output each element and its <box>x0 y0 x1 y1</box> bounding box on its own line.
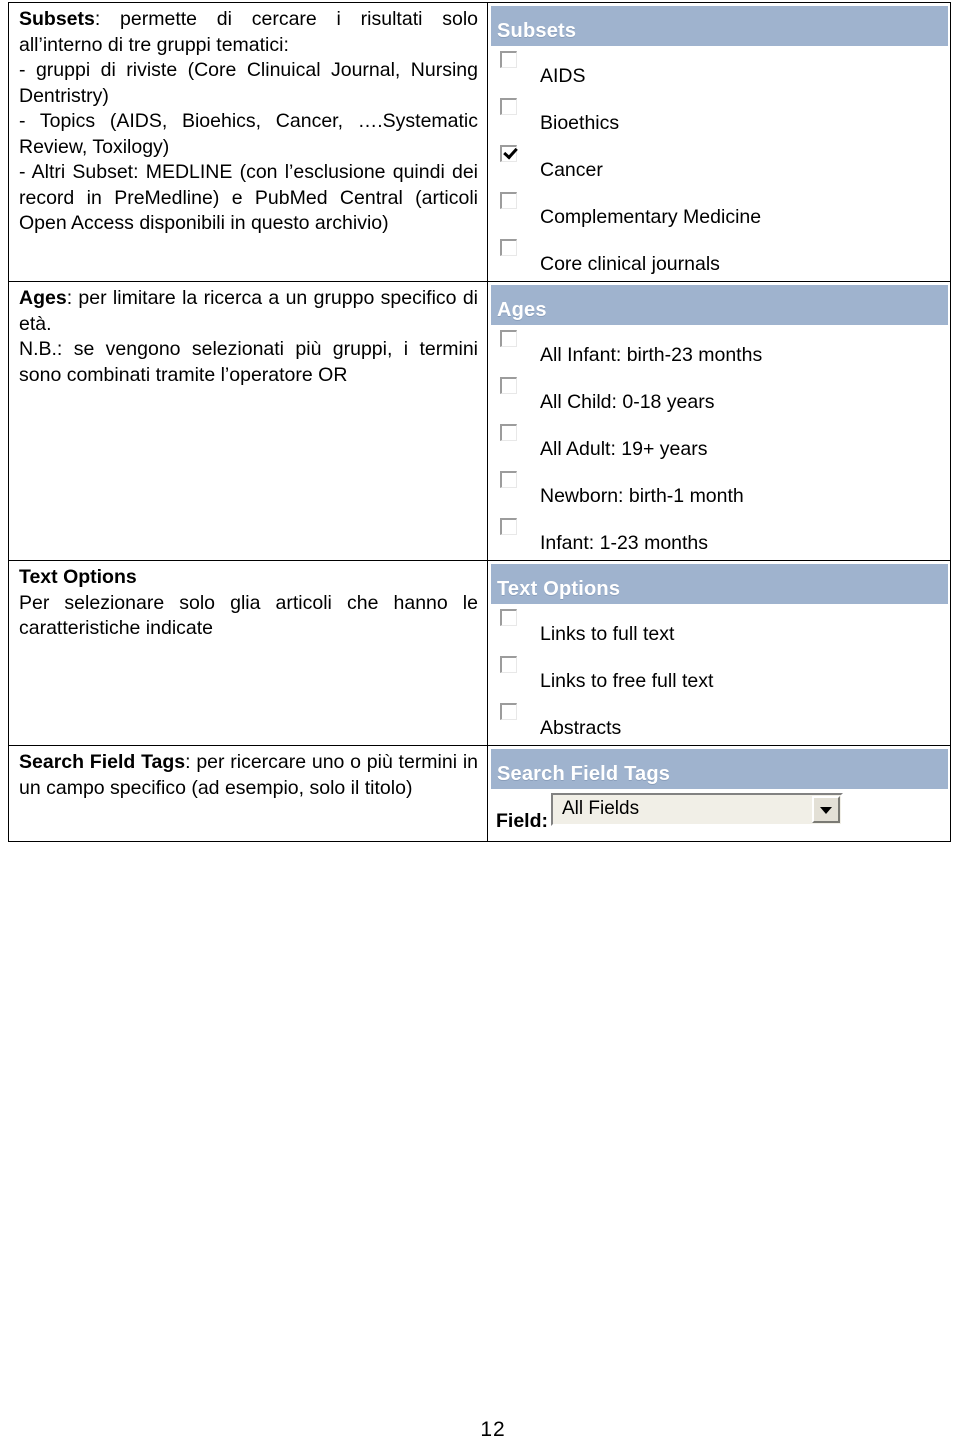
list-item[interactable]: All Child: 0-18 years <box>488 372 950 419</box>
explanation-paragraph: - gruppi di riviste (Core Clinuical Jour… <box>19 59 478 107</box>
explanation-text-search-field-tags: Search Field Tags: per ricercare uno o p… <box>9 746 487 805</box>
checkbox-all-infant[interactable] <box>500 330 517 347</box>
list-item[interactable]: Core clinical journals <box>488 234 950 281</box>
checkbox-label: AIDS <box>540 65 586 87</box>
explanation-term: Text Options <box>19 566 137 588</box>
explanation-cell-ages: Ages: per limitare la ricerca a un grupp… <box>8 281 488 561</box>
checkbox-list-subsets: AIDS Bioethics Cancer Complementary Medi… <box>488 46 950 281</box>
panel-header-label: Subsets <box>497 20 577 42</box>
limits-panel-ages: Ages All Infant: birth-23 months All Chi… <box>487 281 951 561</box>
explanation-paragraph: Ages: per limitare la ricerca a un grupp… <box>19 286 478 337</box>
panel-header-search-field-tags: Search Field Tags <box>491 749 948 789</box>
table-row: Subsets: permette di cercare i risultati… <box>8 2 951 282</box>
explanation-body: : per limitare la ricerca a un gruppo sp… <box>19 287 478 335</box>
panel-header-text-options: Text Options <box>491 564 948 604</box>
list-item[interactable]: Links to full text <box>488 604 950 651</box>
checkbox-bioethics[interactable] <box>500 98 517 115</box>
checkbox-core-clinical-journals[interactable] <box>500 239 517 256</box>
explanation-paragraph: Search Field Tags: per ricercare uno o p… <box>19 750 478 801</box>
explanation-cell-search-field-tags: Search Field Tags: per ricercare uno o p… <box>8 745 488 842</box>
panel-header-ages: Ages <box>491 285 948 325</box>
table-row: Search Field Tags: per ricercare uno o p… <box>8 745 951 842</box>
checkbox-label: Core clinical journals <box>540 253 720 275</box>
list-item[interactable]: Complementary Medicine <box>488 187 950 234</box>
panel-header-label: Search Field Tags <box>497 763 671 785</box>
list-item[interactable]: Bioethics <box>488 93 950 140</box>
list-item[interactable]: All Infant: birth-23 months <box>488 325 950 372</box>
checkbox-label: All Adult: 19+ years <box>540 438 708 460</box>
checkbox-all-child[interactable] <box>500 377 517 394</box>
panel-header-label: Ages <box>497 299 547 321</box>
list-item[interactable]: Newborn: birth-1 month <box>488 466 950 513</box>
checkbox-links-to-full-text[interactable] <box>500 609 517 626</box>
panel-header-label: Text Options <box>497 578 621 600</box>
checkbox-label: Links to free full text <box>540 670 714 692</box>
explanation-text-text-options: Text Options Per selezionare solo glia a… <box>9 561 487 646</box>
explanation-term: Subsets <box>19 8 95 30</box>
list-item[interactable]: Cancer <box>488 140 950 187</box>
checkbox-newborn[interactable] <box>500 471 517 488</box>
explanation-paragraph: N.B.: se vengono selezionati più gruppi,… <box>19 338 478 386</box>
explanation-text-ages: Ages: per limitare la ricerca a un grupp… <box>9 282 487 392</box>
checkbox-abstracts[interactable] <box>500 703 517 720</box>
checkbox-label: Abstracts <box>540 717 622 739</box>
checkbox-label: Infant: 1-23 months <box>540 532 709 554</box>
page-number: 12 <box>0 1418 960 1442</box>
field-selector-row: Field: All Fields <box>488 789 950 841</box>
checkbox-label: Bioethics <box>540 112 620 134</box>
explanation-paragraph: Subsets: permette di cercare i risultati… <box>19 7 478 58</box>
list-item[interactable]: All Adult: 19+ years <box>488 419 950 466</box>
explanation-paragraph: - Topics (AIDS, Bioehics, Cancer, ….Syst… <box>19 110 478 158</box>
page-number-value: 12 <box>480 1418 506 1441</box>
checkbox-label: All Child: 0-18 years <box>540 391 715 413</box>
chevron-down-icon[interactable] <box>812 796 840 823</box>
checkbox-label: Cancer <box>540 159 603 181</box>
panel-header-subsets: Subsets <box>491 6 948 46</box>
list-item[interactable]: Links to free full text <box>488 651 950 698</box>
table-row: Text Options Per selezionare solo glia a… <box>8 560 951 746</box>
field-select-value: All Fields <box>562 798 640 819</box>
checkbox-list-text-options: Links to full text Links to free full te… <box>488 604 950 745</box>
limits-panel-subsets: Subsets AIDS Bioethics Cancer Complement… <box>487 2 951 282</box>
list-item[interactable]: AIDS <box>488 46 950 93</box>
list-item[interactable]: Infant: 1-23 months <box>488 513 950 560</box>
checkbox-links-to-free-full-text[interactable] <box>500 656 517 673</box>
table-body: Subsets: permette di cercare i risultati… <box>8 2 951 842</box>
field-select[interactable]: All Fields <box>551 793 843 826</box>
checkbox-label: Links to full text <box>540 623 675 645</box>
checkbox-infant[interactable] <box>500 518 517 535</box>
limits-help-table: Subsets: permette di cercare i risultati… <box>8 2 951 842</box>
limits-panel-text-options: Text Options Links to full text Links to… <box>487 560 951 746</box>
explanation-cell-text-options: Text Options Per selezionare solo glia a… <box>8 560 488 746</box>
checkbox-list-ages: All Infant: birth-23 months All Child: 0… <box>488 325 950 560</box>
checkbox-all-adult[interactable] <box>500 424 517 441</box>
explanation-paragraph: Text Options <box>19 565 478 591</box>
checkbox-label: All Infant: birth-23 months <box>540 344 763 366</box>
explanation-term: Search Field Tags <box>19 751 186 773</box>
checkbox-complementary-medicine[interactable] <box>500 192 517 209</box>
checkbox-label: Complementary Medicine <box>540 206 762 228</box>
limits-panel-search-field-tags: Search Field Tags Field: All Fields <box>487 745 951 842</box>
explanation-paragraph: Per selezionare solo glia articoli che h… <box>19 591 478 640</box>
table-row: Ages: per limitare la ricerca a un grupp… <box>8 281 951 561</box>
explanation-cell-subsets: Subsets: permette di cercare i risultati… <box>8 2 488 282</box>
explanation-text-subsets: Subsets: permette di cercare i risultati… <box>9 3 487 241</box>
explanation-term: Ages <box>19 287 67 309</box>
checkbox-aids[interactable] <box>500 51 517 68</box>
list-item[interactable]: Abstracts <box>488 698 950 745</box>
checkbox-label: Newborn: birth-1 month <box>540 485 744 507</box>
checkbox-cancer[interactable] <box>500 145 517 162</box>
explanation-paragraph: - Altri Subset: MEDLINE (con l’esclusion… <box>19 161 478 234</box>
field-label: Field: <box>496 810 548 832</box>
